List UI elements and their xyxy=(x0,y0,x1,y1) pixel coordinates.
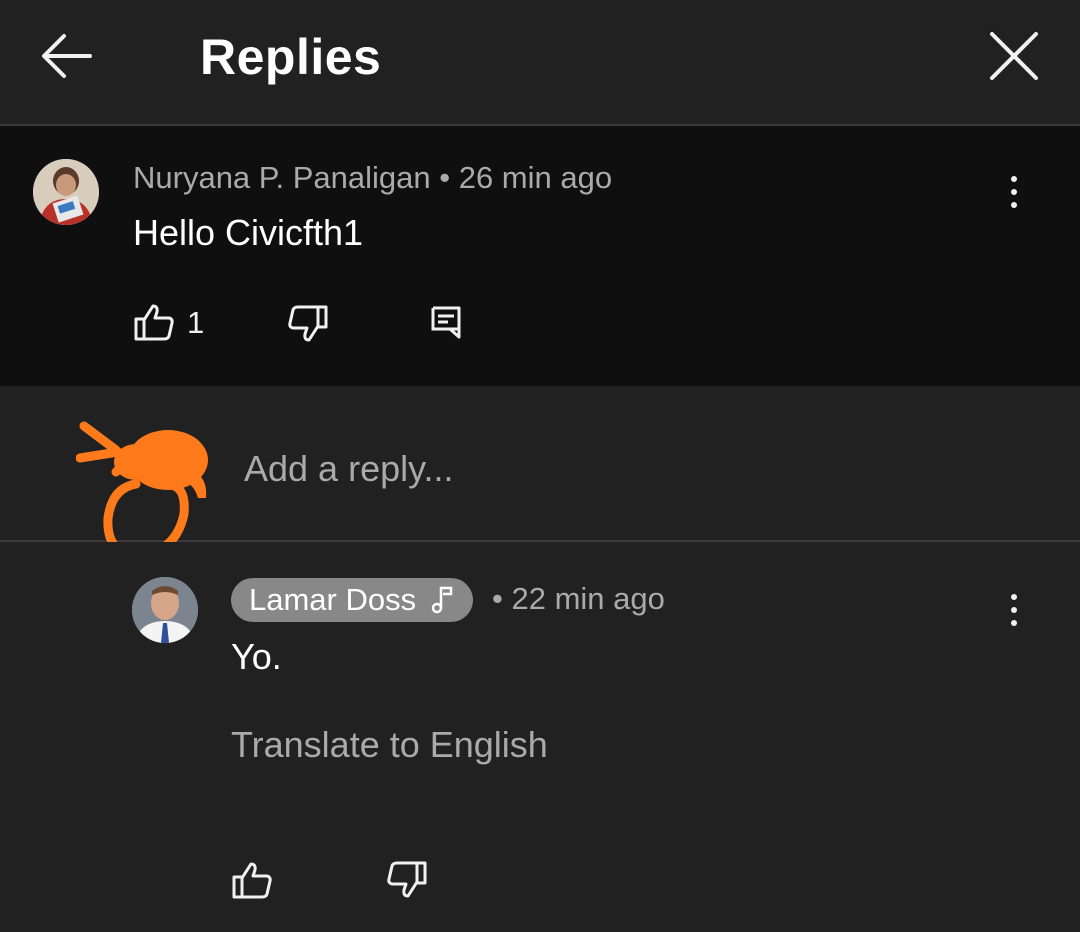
reply-button[interactable] xyxy=(430,305,462,339)
reply-text: Yo. xyxy=(231,636,282,677)
comment-time: 26 min ago xyxy=(458,160,613,195)
header: Replies xyxy=(0,0,1080,126)
reply-like-button[interactable] xyxy=(231,860,273,900)
reply-meta: • 22 min ago xyxy=(492,581,665,617)
thumbs-up-icon xyxy=(232,862,272,899)
avatar-photo xyxy=(132,577,198,643)
comment-author[interactable]: Nuryana P. Panaligan xyxy=(133,160,431,195)
meta-separator: • xyxy=(492,581,503,616)
page-title: Replies xyxy=(200,29,382,85)
avatar-photo xyxy=(33,159,99,225)
translate-link[interactable]: Translate to English xyxy=(231,724,548,766)
avatar[interactable] xyxy=(33,159,99,225)
reply-more-options-button[interactable] xyxy=(994,580,1034,640)
thumbs-up-icon xyxy=(134,304,174,341)
thumbs-down-icon xyxy=(288,305,328,342)
dislike-button[interactable] xyxy=(287,304,329,344)
arrow-left-icon xyxy=(42,34,92,78)
thumbs-down-icon xyxy=(387,861,427,898)
like-count: 1 xyxy=(187,305,205,340)
reply-author: Lamar Doss xyxy=(249,582,417,617)
music-note-icon xyxy=(431,586,452,614)
comment-meta: Nuryana P. Panaligan • 26 min ago xyxy=(133,160,612,196)
close-button[interactable] xyxy=(984,26,1044,86)
back-button[interactable] xyxy=(38,28,98,84)
reply-avatar[interactable] xyxy=(132,577,198,643)
add-reply-input[interactable] xyxy=(242,446,1006,492)
author-chip[interactable]: Lamar Doss xyxy=(231,578,473,622)
close-icon xyxy=(990,32,1038,80)
reply-time: 22 min ago xyxy=(511,581,665,616)
meta-separator: • xyxy=(439,160,451,195)
comment-text: Hello Civicfth1 xyxy=(133,212,364,253)
reply-dislike-button[interactable] xyxy=(386,860,428,900)
comment-icon xyxy=(431,306,461,339)
more-options-button[interactable] xyxy=(994,162,1034,222)
like-button[interactable] xyxy=(133,302,175,342)
